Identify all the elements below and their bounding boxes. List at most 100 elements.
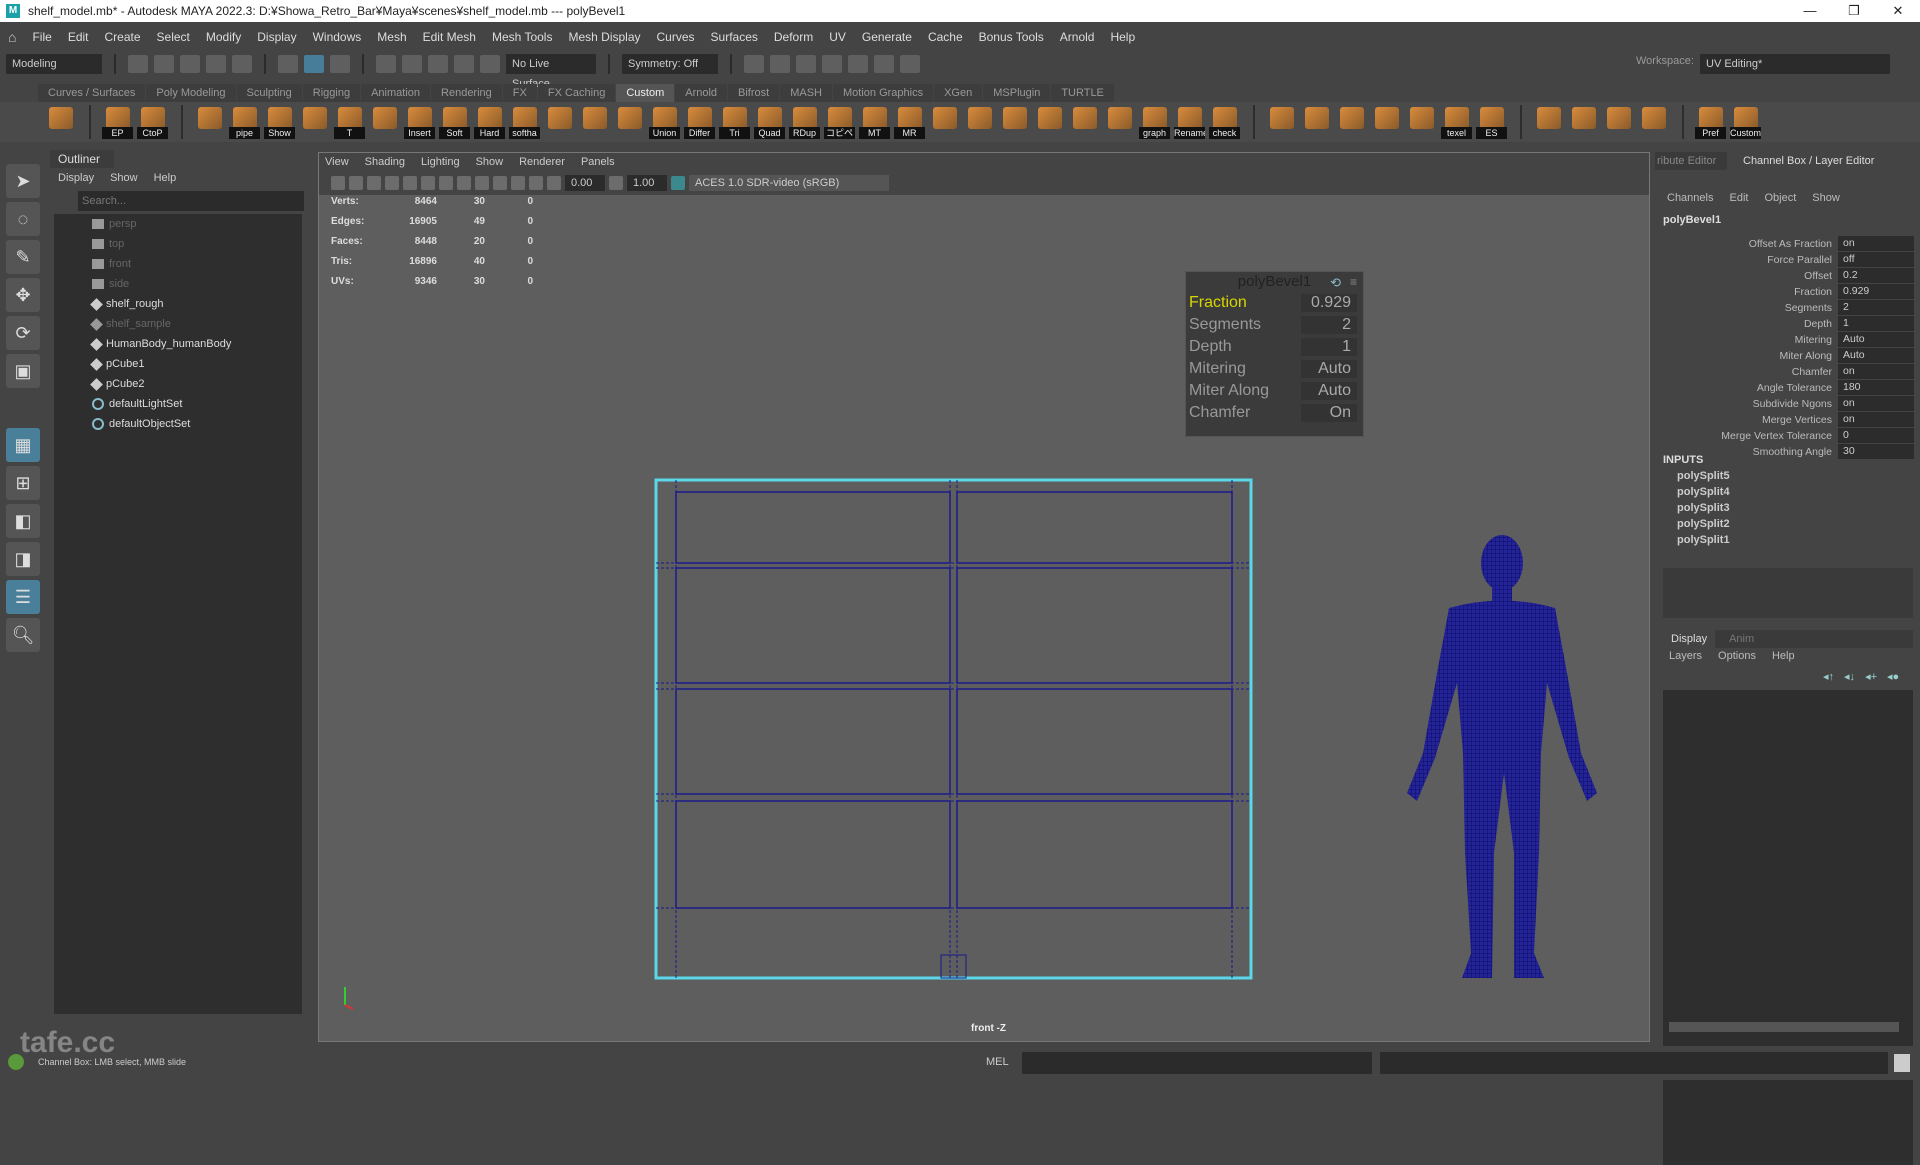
channel-row[interactable]: Force Parallel off <box>1655 252 1920 268</box>
shelf-button-check[interactable]: check <box>1208 105 1241 139</box>
layer-menu-layers[interactable]: Layers <box>1669 650 1702 662</box>
channel-value[interactable]: 0 <box>1838 428 1914 443</box>
menu-select[interactable]: Select <box>149 30 198 44</box>
shelf-tab-curves-surfaces[interactable]: Curves / Surfaces <box>38 84 146 102</box>
shelf-button-mt[interactable]: MT <box>858 105 891 139</box>
shelf-button[interactable] <box>193 105 226 139</box>
menu-bonus-tools[interactable]: Bonus Tools <box>971 30 1052 44</box>
shelf-button-ep[interactable]: EP <box>101 105 134 139</box>
channel-value[interactable]: 180 <box>1838 380 1914 395</box>
persp-graph-layout-icon[interactable]: ◨ <box>6 542 40 576</box>
menu-curves[interactable]: Curves <box>649 30 703 44</box>
render-view-icon[interactable] <box>874 55 894 73</box>
shelf-button-t[interactable]: T <box>333 105 366 139</box>
ipr-render-icon[interactable] <box>796 55 816 73</box>
menu-deform[interactable]: Deform <box>766 30 821 44</box>
select-hierarchy-icon[interactable] <box>278 55 298 73</box>
shelf-tab-msplugin[interactable]: MSPlugin <box>983 84 1051 102</box>
bevel-row-miter-along[interactable]: Miter Along Auto <box>1186 380 1363 402</box>
menu-cache[interactable]: Cache <box>920 30 971 44</box>
shelf-button-insert[interactable]: Insert <box>403 105 436 139</box>
input-node[interactable]: polySplit3 <box>1677 502 1730 514</box>
reset-icon[interactable]: ⟲ <box>1330 275 1341 291</box>
shelf-tab-fx[interactable]: FX <box>502 84 537 102</box>
shelf-tab-animation[interactable]: Animation <box>361 84 431 102</box>
shelf-tab-poly-modeling[interactable]: Poly Modeling <box>146 84 236 102</box>
select-component-icon[interactable] <box>330 55 350 73</box>
input-node[interactable]: polySplit4 <box>1677 486 1730 498</box>
paint-select-icon[interactable]: ✎ <box>6 240 40 274</box>
shelf-tab-sculpting[interactable]: Sculpting <box>236 84 302 102</box>
render-settings-icon[interactable] <box>822 55 842 73</box>
menu-file[interactable]: File <box>24 30 59 44</box>
bevel-attr-value[interactable]: 2 <box>1301 316 1357 334</box>
move-tool-icon[interactable]: ✥ <box>6 278 40 312</box>
select-object-icon[interactable] <box>304 55 324 73</box>
snap-point-icon[interactable] <box>428 55 448 73</box>
search-icon[interactable]: 🔍︎ <box>6 618 40 652</box>
channel-menu-object[interactable]: Object <box>1764 192 1796 204</box>
shelf-tab-motion-graphics[interactable]: Motion Graphics <box>833 84 934 102</box>
bevel-row-fraction[interactable]: Fraction 0.929 <box>1186 292 1363 314</box>
shelf-tab-mash[interactable]: MASH <box>780 84 832 102</box>
snap-curve-icon[interactable] <box>402 55 422 73</box>
lasso-tool-icon[interactable]: ◌ <box>6 202 40 236</box>
shelf-button-union[interactable]: Union <box>648 105 681 139</box>
outliner-item[interactable]: top <box>54 234 302 254</box>
shelf-tab-rigging[interactable]: Rigging <box>302 84 361 102</box>
workspace-dropdown[interactable]: UV Editing* <box>1700 54 1890 74</box>
shelf-button[interactable] <box>1033 105 1066 139</box>
script-editor-icon[interactable] <box>1894 1054 1910 1072</box>
shelf-button[interactable] <box>1068 105 1101 139</box>
pause-icon[interactable] <box>900 55 920 73</box>
input-node[interactable]: polySplit5 <box>1677 470 1730 482</box>
live-surface-field[interactable]: No Live Surface <box>506 54 596 90</box>
shelf-button-softha[interactable]: softha <box>508 105 541 139</box>
shelf-button[interactable] <box>368 105 401 139</box>
channel-row[interactable]: Subdivide Ngons on <box>1655 396 1920 412</box>
open-scene-icon[interactable] <box>154 55 174 73</box>
channel-row[interactable]: Depth 1 <box>1655 316 1920 332</box>
home-icon[interactable]: ⌂ <box>0 29 24 45</box>
viewport-panel[interactable]: View Shading Lighting Show Renderer Panels 0.… <box>318 152 1650 1042</box>
tab-display[interactable]: Display <box>1663 630 1716 648</box>
channel-row[interactable]: Miter Along Auto <box>1655 348 1920 364</box>
persp-outliner-layout-icon[interactable]: ◧ <box>6 504 40 538</box>
close-button[interactable]: ✕ <box>1876 0 1920 22</box>
bevel-attr-value[interactable]: 1 <box>1301 338 1357 356</box>
menu-generate[interactable]: Generate <box>854 30 920 44</box>
new-layer-icon[interactable]: ◂+ <box>1865 670 1877 683</box>
shelf-tab-rendering[interactable]: Rendering <box>431 84 502 102</box>
channel-value[interactable]: on <box>1838 236 1914 251</box>
channel-row[interactable]: Fraction 0.929 <box>1655 284 1920 300</box>
shelf-tab-xgen[interactable]: XGen <box>934 84 983 102</box>
shelf-button[interactable] <box>613 105 646 139</box>
outliner-item[interactable]: front <box>54 254 302 274</box>
outliner-menu-help[interactable]: Help <box>154 172 177 184</box>
undo-icon[interactable] <box>206 55 226 73</box>
shelf-tab-custom[interactable]: Custom <box>616 84 675 102</box>
restore-button[interactable]: ❐ <box>1832 0 1876 22</box>
shelf-button-rdup[interactable]: RDup <box>788 105 821 139</box>
shelf-button-pref[interactable]: Pref <box>1694 105 1727 139</box>
channel-row[interactable]: Angle Tolerance 180 <box>1655 380 1920 396</box>
channel-value[interactable]: Auto <box>1838 348 1914 363</box>
shelf-button[interactable] <box>1103 105 1136 139</box>
scale-tool-icon[interactable]: ▣ <box>6 354 40 388</box>
layer-menu-options[interactable]: Options <box>1718 650 1756 662</box>
shelf-tab-fx-caching[interactable]: FX Caching <box>537 84 616 102</box>
node-name[interactable]: polyBevel1 <box>1663 214 1721 226</box>
shelf-button[interactable] <box>298 105 331 139</box>
shelf-button-ctop[interactable]: CtoP <box>136 105 169 139</box>
shelf-button-texel[interactable]: texel <box>1440 105 1473 139</box>
bevel-row-mitering[interactable]: Mitering Auto <box>1186 358 1363 380</box>
rotate-tool-icon[interactable]: ⟳ <box>6 316 40 350</box>
symmetry-dropdown[interactable]: Symmetry: Off <box>622 54 718 74</box>
shelf-button[interactable] <box>1265 105 1298 139</box>
channel-menu-edit[interactable]: Edit <box>1729 192 1748 204</box>
menu-mesh-tools[interactable]: Mesh Tools <box>484 30 560 44</box>
new-scene-icon[interactable] <box>128 55 148 73</box>
shelf-button[interactable] <box>1532 105 1565 139</box>
outliner-item[interactable]: shelf_rough <box>54 294 302 314</box>
input-node[interactable]: polySplit1 <box>1677 534 1730 546</box>
